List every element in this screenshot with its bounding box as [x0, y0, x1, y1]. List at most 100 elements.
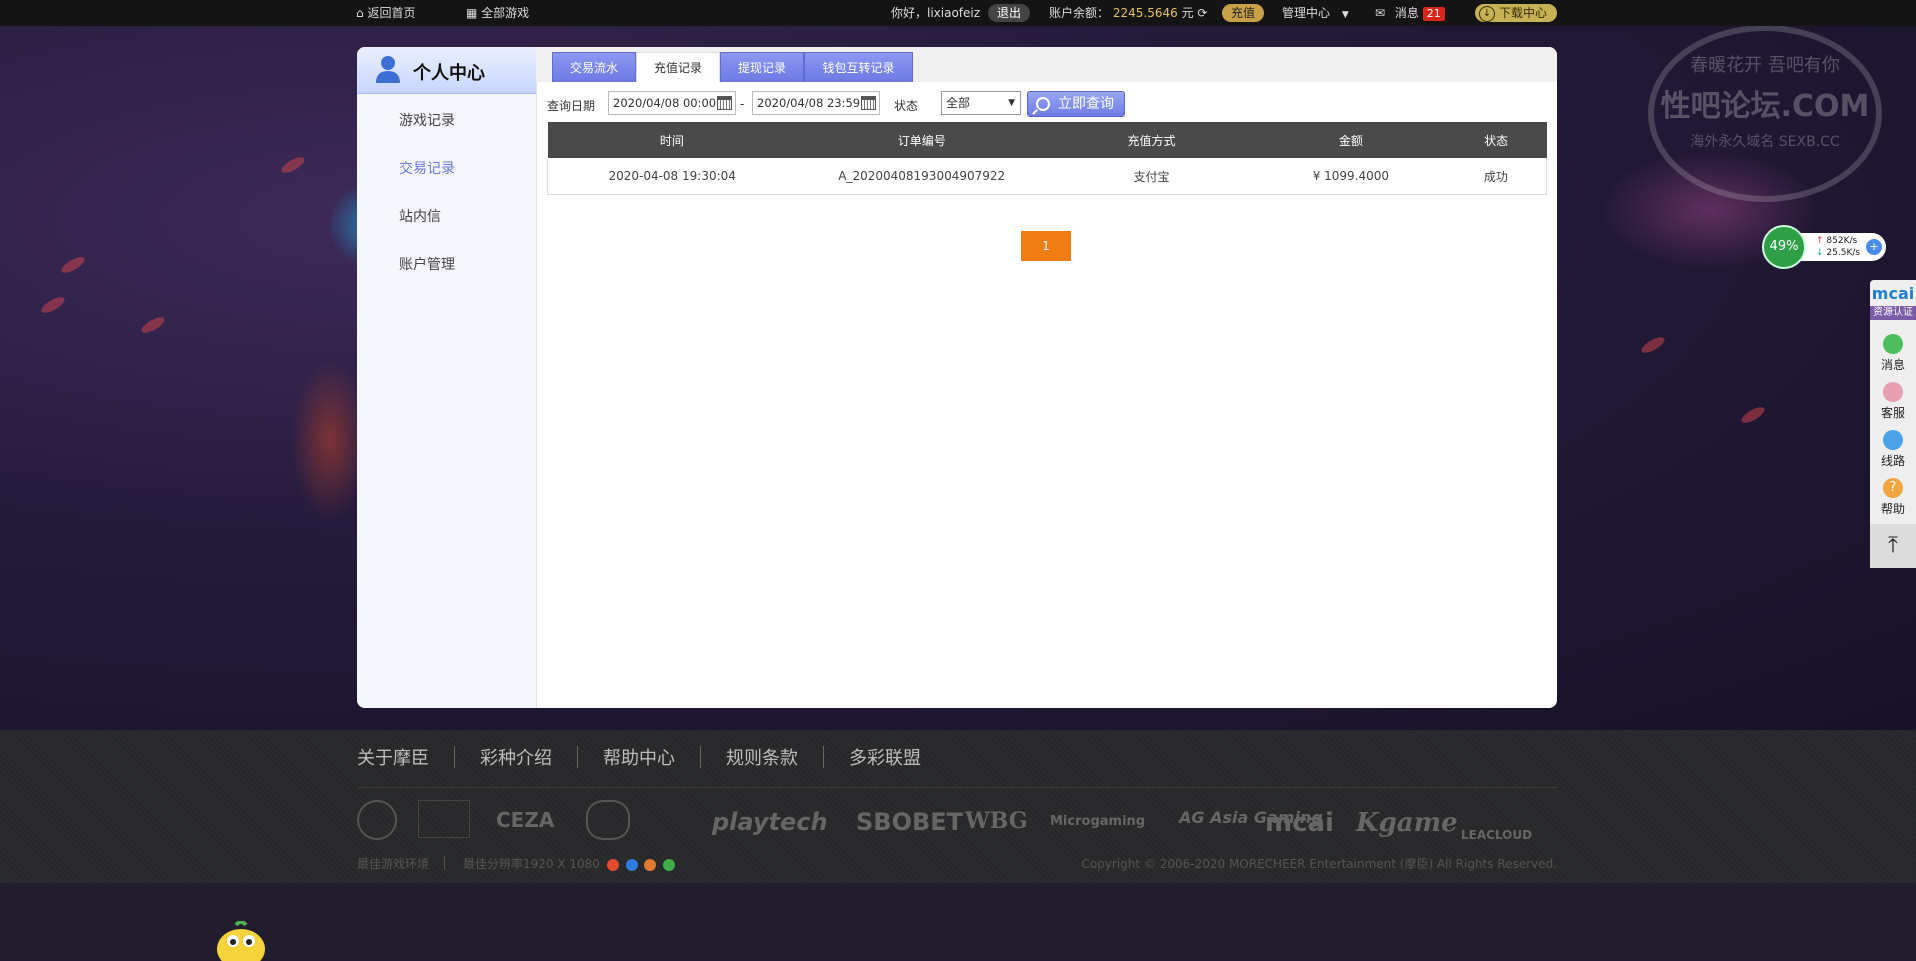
status-label: 状态: [894, 99, 919, 113]
user-icon: [376, 56, 400, 83]
bg-petal: [59, 254, 87, 276]
cell-time: 2020-04-08 19:30:04: [547, 158, 797, 195]
best-resolution-group: 最佳分辨率1920 X 1080: [463, 855, 676, 872]
user-center-panel: 个人中心 游戏记录 交易记录 站内信 账户管理 交易流水 充值记录 提现记录 钱…: [357, 47, 1557, 708]
refresh-icon[interactable]: ⟳: [1197, 6, 1207, 20]
balance-value: 2245.5646: [1112, 6, 1178, 20]
ceza-logo: CEZA: [496, 808, 555, 832]
tab-withdraw-records[interactable]: 提现记录: [720, 52, 804, 82]
right-tool-route[interactable]: 线路: [1870, 430, 1916, 469]
bottom-area: [0, 883, 1916, 961]
download-center-button[interactable]: ↓ 下载中心: [1475, 4, 1558, 22]
firefox-icon: [644, 858, 657, 871]
wbg-logo: WBG: [965, 808, 1028, 834]
caret-down-icon: ▼: [1341, 10, 1349, 20]
upload-icon: ↑: [1816, 236, 1824, 246]
home-link[interactable]: ⌂ 返回首页: [356, 0, 415, 26]
mascot-icon: [217, 921, 265, 961]
back-to-top-button[interactable]: ⤒: [1870, 524, 1916, 568]
messages-count-badge: 21: [1422, 7, 1445, 21]
accelerate-icon[interactable]: +: [1866, 239, 1882, 255]
network-speed-widget[interactable]: ↑ 852K/s ↓ 25.5K/s + 49%: [1762, 225, 1888, 269]
home-icon: ⌂: [356, 6, 364, 20]
mcai-sub: 资源认证: [1870, 306, 1916, 320]
start-date-input[interactable]: 2020/04/08 00:00: [608, 91, 736, 115]
manage-label: 管理中心: [1282, 6, 1331, 20]
search-button-label: 立即查询: [1058, 96, 1114, 112]
search-icon: [1036, 97, 1050, 111]
mcai-certification[interactable]: mcai 资源认证: [1870, 284, 1916, 320]
sidebar-item-account-management[interactable]: 账户管理: [399, 254, 455, 274]
table-row: 2020-04-08 19:30:04 A_202004081930049079…: [547, 158, 1547, 195]
sidebar-title: 个人中心: [413, 63, 485, 84]
calendar-icon[interactable]: [861, 96, 876, 110]
sidebar-item-inbox[interactable]: 站内信: [399, 206, 441, 226]
messages-link[interactable]: ✉ 消息 21: [1375, 0, 1445, 26]
end-date-input[interactable]: 2020/04/08 23:59: [752, 91, 880, 115]
watermark-line1: 春暖花开 吾吧有你: [1690, 55, 1840, 76]
footer-link-about[interactable]: 关于摩臣: [357, 744, 429, 770]
watermark-line3: 海外永久域名 SEXB.CC: [1690, 134, 1840, 150]
footer-link-alliance[interactable]: 多彩联盟: [849, 744, 921, 770]
col-amount: 金额: [1255, 122, 1446, 158]
sidebar: 个人中心 游戏记录 交易记录 站内信 账户管理: [357, 47, 537, 708]
footer-link-help[interactable]: 帮助中心: [603, 744, 675, 770]
cell-order-number: A_20200408193004907922: [796, 158, 1048, 195]
tab-recharge-records[interactable]: 充值记录: [636, 52, 720, 82]
footer-link-lottery-intro[interactable]: 彩种介绍: [480, 744, 552, 770]
right-tool-help[interactable]: ? 帮助: [1870, 478, 1916, 517]
download-speed-icon: ↓: [1816, 248, 1824, 258]
logout-button[interactable]: 退出: [988, 4, 1031, 22]
royal-crest-logo: [586, 800, 630, 840]
bg-petal: [1739, 404, 1767, 426]
download-icon: ↓: [1479, 5, 1495, 22]
sidebar-item-game-records[interactable]: 游戏记录: [399, 110, 455, 130]
recharge-button[interactable]: 充值: [1222, 4, 1265, 22]
watermark-line2: 性吧论坛.COM: [1660, 89, 1870, 124]
cell-status: 成功: [1445, 158, 1547, 195]
watermark: 春暖花开 吾吧有你 性吧论坛.COM 海外永久域名 SEXB.CC: [1648, 25, 1882, 202]
greeting: 你好，lixiaofeiz: [891, 6, 981, 20]
bg-petal: [139, 314, 167, 336]
tab-wallet-transfer-records[interactable]: 钱包互转记录: [804, 52, 913, 82]
page-button-1[interactable]: 1: [1021, 231, 1071, 261]
footer-rule: [357, 787, 1557, 788]
right-tool-service[interactable]: 客服: [1870, 382, 1916, 421]
table-header-row: 时间 订单编号 充值方式 金额 状态: [547, 122, 1547, 158]
360-browser-icon: [663, 858, 676, 871]
status-select[interactable]: 全部 ▼: [941, 91, 1021, 115]
calendar-icon[interactable]: [717, 96, 732, 110]
mcai-logo: mcai: [1871, 284, 1915, 303]
right-toolbar: mcai 资源认证 消息 客服 线路 ? 帮助 ⤒: [1870, 280, 1916, 568]
tab-transaction-flow[interactable]: 交易流水: [552, 52, 636, 82]
all-games-link[interactable]: ▦ 全部游戏: [466, 0, 529, 26]
download-label: 下载中心: [1499, 6, 1548, 20]
cell-amount: ¥ 1099.4000: [1255, 158, 1446, 195]
playtech-logo: playtech: [712, 808, 828, 836]
chat-icon: [1883, 334, 1903, 354]
right-tool-service-label: 客服: [1880, 406, 1905, 420]
right-tool-messages[interactable]: 消息: [1870, 334, 1916, 373]
sidebar-header: 个人中心: [357, 47, 536, 94]
start-date-value: 2020/04/08 00:00: [613, 96, 717, 110]
footer-link-rules[interactable]: 规则条款: [726, 744, 798, 770]
microgaming-logo: Microgaming: [1050, 814, 1146, 829]
right-tool-messages-label: 消息: [1880, 358, 1905, 372]
top-bar: ⌂ 返回首页 ▦ 全部游戏 你好，lixiaofeiz 退出 账户余额： 224…: [0, 0, 1916, 26]
sidebar-item-transaction-records[interactable]: 交易记录: [399, 158, 455, 178]
speed-box: ↑ 852K/s ↓ 25.5K/s +: [1800, 233, 1886, 261]
search-button[interactable]: 立即查询: [1027, 91, 1125, 117]
footer-divider: [577, 746, 578, 768]
kgame-logo: Kgame: [1356, 808, 1458, 838]
recharge-table: 时间 订单编号 充值方式 金额 状态 2020-04-08 19:30:04 A…: [547, 122, 1547, 195]
col-time: 时间: [547, 122, 797, 158]
customer-service-icon: [1883, 382, 1903, 402]
manage-menu[interactable]: 管理中心 ▼: [1282, 0, 1349, 26]
balance-label: 账户余额：: [1049, 6, 1110, 20]
back-to-top-icon: ⤒: [1888, 533, 1898, 558]
bg-petal: [39, 294, 67, 316]
leacloud-logo: LEACLOUD: [1461, 828, 1533, 842]
footer-divider: [454, 746, 455, 768]
sbobet-logo: SBOBET: [856, 808, 964, 836]
download-speed: 25.5K/s: [1826, 248, 1861, 258]
